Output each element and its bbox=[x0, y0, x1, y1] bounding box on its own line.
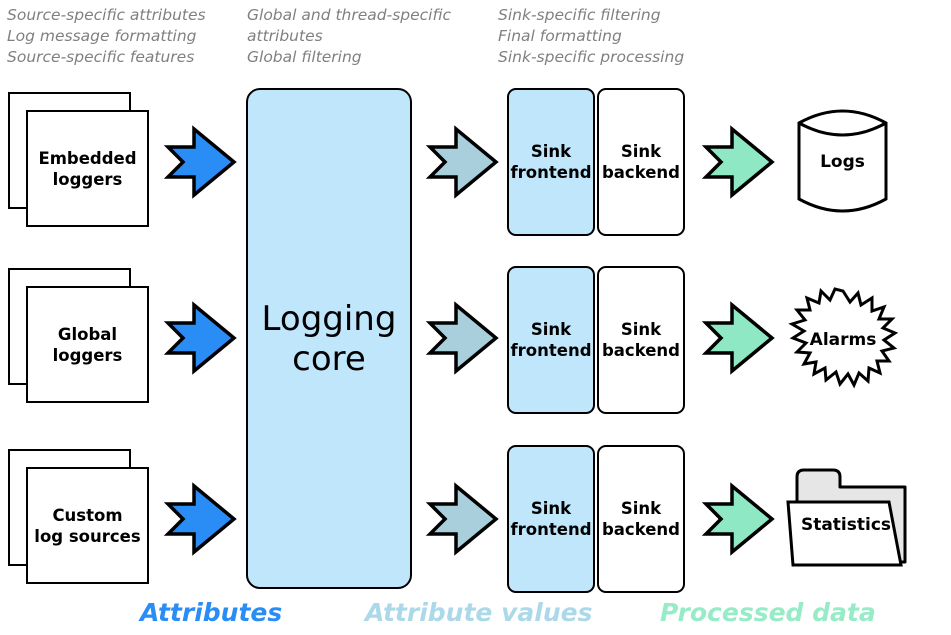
source-node-embedded-loggers: Embedded loggers bbox=[8, 92, 163, 227]
sink-backend-box: Sink backend bbox=[597, 88, 685, 236]
sink-frontend-label: Sink frontend bbox=[510, 320, 592, 360]
arrow-processed-data-row3 bbox=[701, 482, 775, 556]
sink-frontend-label: Sink frontend bbox=[510, 499, 592, 539]
cylinder-icon bbox=[797, 109, 888, 213]
arrow-attribute-values-row3 bbox=[425, 482, 499, 556]
paper-sheet-front: Custom log sources bbox=[26, 467, 149, 584]
sink-pair-row2: Sink frontend Sink backend bbox=[507, 266, 687, 414]
caption-core-global: Global and thread-specific attributes Gl… bbox=[247, 6, 452, 66]
arrow-attribute-values-row1 bbox=[425, 125, 499, 199]
logging-core-label: Logging core bbox=[261, 298, 397, 379]
paper-sheet-front: Embedded loggers bbox=[26, 110, 149, 227]
legend-processed-data: Processed data bbox=[660, 598, 876, 627]
arrow-attributes-row3 bbox=[163, 482, 237, 556]
arrow-processed-data-row2 bbox=[701, 301, 775, 375]
logging-core-node: Logging core bbox=[246, 88, 412, 589]
output-node-logs: Logs bbox=[795, 105, 890, 217]
sink-frontend-box: Sink frontend bbox=[507, 88, 595, 236]
sink-pair-row3: Sink frontend Sink backend bbox=[507, 445, 687, 593]
arrow-attributes-row2 bbox=[163, 301, 237, 375]
legend-attribute-values: Attribute values bbox=[365, 598, 593, 627]
sink-frontend-label: Sink frontend bbox=[510, 142, 592, 182]
sink-backend-box: Sink backend bbox=[597, 266, 685, 414]
sink-backend-box: Sink backend bbox=[597, 445, 685, 593]
caption-sink-specific: Sink-specific filtering Final formatting… bbox=[498, 6, 685, 66]
sink-backend-label: Sink backend bbox=[601, 320, 680, 360]
sink-backend-label: Sink backend bbox=[601, 499, 680, 539]
caption-source-specific: Source-specific attributes Log message f… bbox=[7, 6, 206, 66]
diagram-canvas: Source-specific attributes Log message f… bbox=[0, 0, 951, 635]
source-label: Custom log sources bbox=[34, 505, 141, 546]
output-node-statistics: Statistics bbox=[785, 465, 913, 570]
starburst-icon bbox=[788, 287, 899, 389]
source-node-global-loggers: Global loggers bbox=[8, 268, 163, 403]
source-label: Embedded loggers bbox=[38, 148, 137, 189]
source-label: Global loggers bbox=[52, 324, 123, 365]
arrow-attributes-row1 bbox=[163, 125, 237, 199]
sink-frontend-box: Sink frontend bbox=[507, 266, 595, 414]
arrow-processed-data-row1 bbox=[701, 125, 775, 199]
sink-frontend-box: Sink frontend bbox=[507, 445, 595, 593]
arrow-attribute-values-row2 bbox=[425, 301, 499, 375]
legend-attributes: Attributes bbox=[140, 598, 283, 627]
sink-backend-label: Sink backend bbox=[601, 142, 680, 182]
source-node-custom-log-sources: Custom log sources bbox=[8, 449, 163, 584]
folder-icon bbox=[786, 468, 907, 567]
output-node-alarms: Alarms bbox=[788, 287, 899, 398]
sink-pair-row1: Sink frontend Sink backend bbox=[507, 88, 687, 236]
paper-sheet-front: Global loggers bbox=[26, 286, 149, 403]
